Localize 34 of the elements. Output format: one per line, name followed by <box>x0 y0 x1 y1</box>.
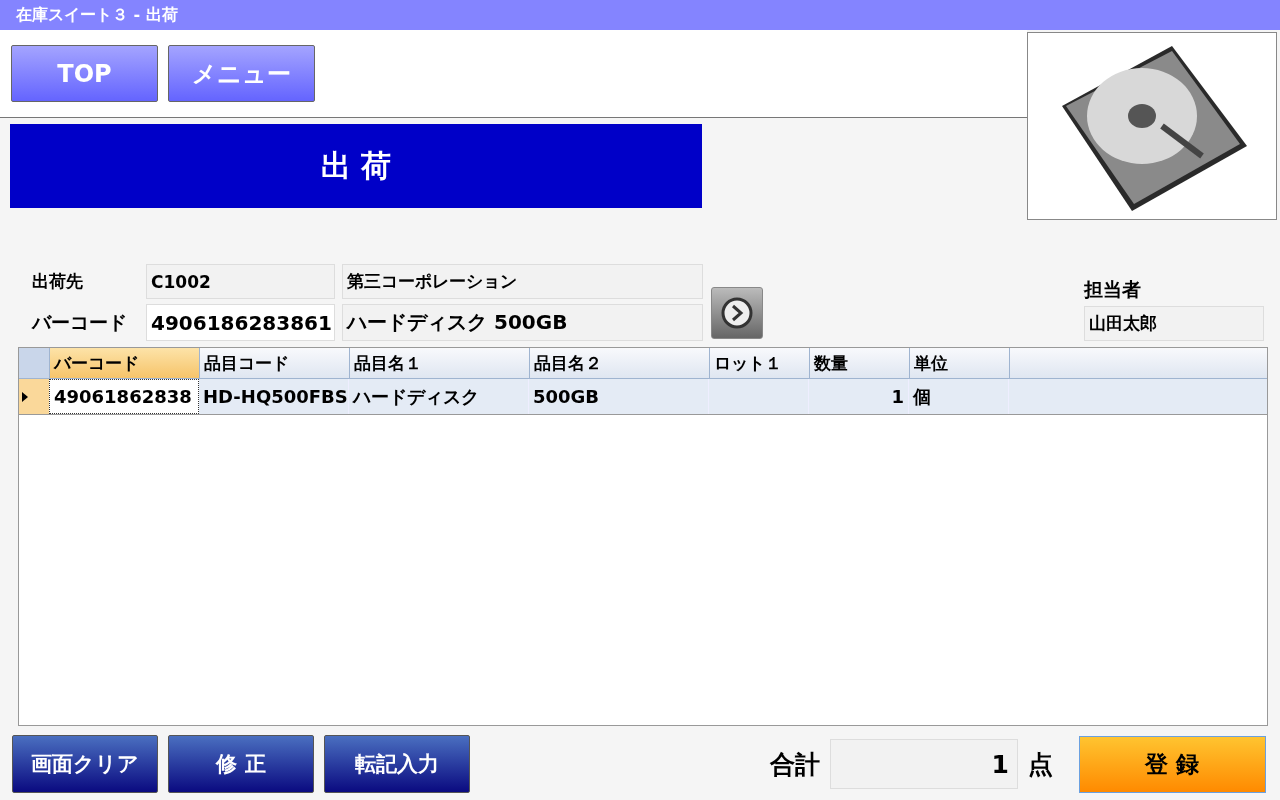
field-label: 出荷先 <box>32 270 84 293</box>
action-button[interactable]: 転記入力 <box>324 735 470 793</box>
staff-label: 担当者 <box>1084 277 1142 302</box>
customer-code-field[interactable]: C1002 <box>146 264 335 299</box>
window-title: 在庫スイート３ - 出荷 <box>16 4 178 26</box>
unit-label: 点 <box>1028 748 1053 781</box>
column-header[interactable]: 品目コード <box>200 348 350 378</box>
column-header[interactable]: 単位 <box>910 348 1010 378</box>
item-name-field[interactable]: ハードディスク 500GB <box>342 304 703 341</box>
table-cell: 500GB <box>533 386 600 407</box>
column-header[interactable]: 数量 <box>810 348 910 378</box>
total-label: 合計 <box>770 748 820 781</box>
field-label: バーコード <box>32 309 128 335</box>
table-cell: HD-HQ500FBS <box>203 386 348 407</box>
staff-field[interactable]: 山田太郎 <box>1084 306 1264 341</box>
row-pointer-icon <box>22 391 28 402</box>
barcode-field[interactable]: 4906186283861 <box>146 304 335 341</box>
table-cell: 個 <box>913 384 931 409</box>
column-header[interactable]: 品目名２ <box>530 348 710 378</box>
grid-row[interactable]: 49061862838 HD-HQ500FBS ハードディスク 500GB 1 個 <box>19 379 1267 415</box>
action-button[interactable]: 画面クリア <box>12 735 158 793</box>
total-field: 1 <box>830 739 1018 789</box>
action-button[interactable]: 修 正 <box>168 735 314 793</box>
column-header[interactable]: バーコード <box>50 348 200 378</box>
column-header[interactable]: 品目名１ <box>350 348 530 378</box>
page-banner: 出 荷 <box>10 124 702 208</box>
next-button[interactable] <box>711 287 763 339</box>
register-button[interactable]: 登 録 <box>1079 735 1266 793</box>
column-header[interactable]: ロット１ <box>710 348 810 378</box>
customer-name-field[interactable]: 第三コーポレーション <box>342 264 703 299</box>
table-cell: 49061862838 <box>54 386 192 407</box>
table-cell: 1 <box>891 386 904 407</box>
table-cell: ハードディスク <box>353 384 479 409</box>
arrow-circle-icon <box>720 296 754 330</box>
